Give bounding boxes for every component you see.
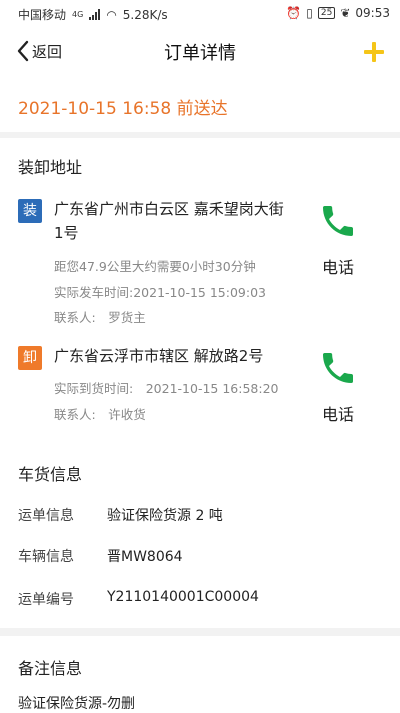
clock-time: 09:53 — [355, 6, 390, 20]
leaf-icon: ❦ — [340, 6, 351, 20]
vehicle-info-label: 车辆信息 — [18, 549, 74, 565]
waybill-number-label: 运单编号 — [18, 592, 74, 608]
battery-icon: 25 — [317, 7, 336, 19]
network-type: 4G — [72, 10, 84, 19]
phone-icon — [323, 206, 353, 236]
carrier-name: 中国移动 — [18, 8, 67, 22]
unload-contact: 联系人: 许收货 — [54, 407, 146, 422]
waybill-info-value: 验证保险货源 2 吨 — [107, 508, 223, 524]
unload-arrive-time: 实际到货时间: 2021-10-15 16:58:20 — [54, 381, 279, 396]
load-address: 广东省广州市白云区 嘉禾望岗大街1号 — [54, 200, 284, 242]
nav-bar: 返回 订单详情 — [0, 28, 400, 76]
section-divider — [0, 628, 400, 636]
vehicle-info-value: 晋MW8064 — [107, 549, 183, 565]
unload-tag: 卸 — [18, 346, 42, 370]
vehicle-section-title: 车货信息 — [18, 465, 83, 484]
load-distance: 距您47.9公里大约需要0小时30分钟 — [54, 259, 256, 274]
load-tag: 装 — [18, 199, 42, 223]
load-depart-time: 实际发车时间:2021-10-15 15:09:03 — [54, 285, 266, 300]
phone-icon — [323, 353, 353, 383]
unload-phone-label[interactable]: 电话 — [316, 401, 360, 425]
status-left: 中国移动 4G ◠ 5.28K/s — [18, 6, 168, 23]
waybill-info-label: 运单信息 — [18, 508, 74, 524]
remark-text: 验证保险货源-勿删 — [18, 696, 136, 712]
alarm-icon: ⏰ — [286, 6, 302, 20]
load-contact: 联系人: 罗货主 — [54, 310, 146, 325]
section-divider — [0, 132, 400, 138]
network-speed: 5.28K/s — [122, 7, 168, 22]
unload-address: 广东省云浮市市辖区 解放路2号 — [54, 347, 264, 365]
delivery-deadline: 2021-10-15 16:58 前送达 — [18, 99, 228, 119]
unload-phone-button[interactable] — [316, 348, 360, 388]
status-bar: 中国移动 4G ◠ 5.28K/s ⏰ ▯ 25 ❦ 09:53 — [0, 0, 400, 28]
load-phone-button[interactable] — [316, 201, 360, 241]
waybill-number-value: Y2110140001C00004 — [107, 589, 259, 605]
signal-icon — [89, 9, 101, 20]
address-section-title: 装卸地址 — [18, 158, 83, 177]
load-phone-label[interactable]: 电话 — [316, 254, 360, 278]
wifi-icon: ◠ — [106, 7, 117, 22]
page-title: 订单详情 — [164, 43, 236, 64]
status-right: ⏰ ▯ 25 ❦ 09:53 — [286, 6, 390, 20]
vibrate-icon: ▯ — [306, 6, 313, 20]
plus-icon[interactable] — [364, 42, 384, 62]
remark-section-title: 备注信息 — [18, 659, 83, 678]
